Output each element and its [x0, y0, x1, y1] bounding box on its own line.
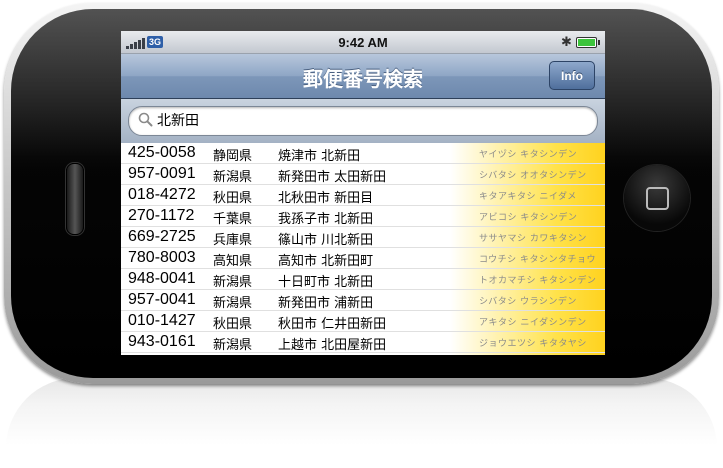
home-square-icon — [646, 187, 669, 210]
prefecture: 新潟県 — [213, 296, 253, 311]
phone-screen: 3G 9:42 AM ✱ 郵便番号検索 Info 425-0058 静岡県 焼津市 … — [121, 31, 605, 355]
device-reflection — [6, 378, 717, 468]
postal-code: 780-8003 — [128, 249, 196, 266]
prefecture: 新潟県 — [213, 275, 253, 290]
prefecture: 新潟県 — [213, 170, 253, 185]
search-icon — [138, 112, 153, 127]
address: 我孫子市 北新田 — [278, 212, 374, 227]
page-title: 郵便番号検索 — [303, 67, 423, 91]
address: 焼津市 北新田 — [278, 149, 361, 164]
bluetooth-icon: ✱ — [561, 34, 572, 49]
status-bar: 3G 9:42 AM ✱ — [121, 31, 605, 54]
table-row[interactable]: 949-2203新潟県妙高市 北田屋新田ミョウコウシ キタタヤシ — [121, 353, 605, 355]
table-row[interactable]: 010-1427 秋田県 秋田市 仁井田新田 アキタシ ニイダシンデン — [121, 311, 605, 332]
address-kana: アキタシ ニイダシンデン — [479, 318, 587, 328]
address: 上越市 北田屋新田 — [278, 338, 387, 353]
postal-code: 018-4272 — [128, 186, 196, 203]
address: 篠山市 川北新田 — [278, 233, 374, 248]
table-row[interactable]: 425-0058 静岡県 焼津市 北新田 ヤイヅシ キタシンデン — [121, 143, 605, 164]
postal-code: 669-2725 — [128, 228, 196, 245]
address-kana: コウチシ キタシンタチョウ — [479, 255, 597, 265]
info-button[interactable]: Info — [549, 61, 595, 90]
table-row[interactable]: 780-8003 高知県 高知市 北新田町 コウチシ キタシンタチョウ — [121, 248, 605, 269]
address: 北秋田市 新田目 — [278, 191, 374, 206]
table-row[interactable]: 018-4272 秋田県 北秋田市 新田目 キタアキタシ ニイダメ — [121, 185, 605, 206]
postal-code: 957-0091 — [128, 165, 196, 182]
postal-code: 949-2203 — [128, 354, 196, 355]
prefecture: 静岡県 — [213, 149, 253, 164]
address-kana: トオカマチシ キタシンデン — [479, 276, 597, 286]
address-kana: アビコシ キタシンデン — [479, 213, 578, 223]
search-bar — [121, 99, 605, 144]
search-field[interactable] — [128, 106, 598, 136]
address-kana: ジョウエツシ キタタヤシ — [479, 339, 587, 349]
address: 新発田市 太田新田 — [278, 170, 387, 185]
navigation-bar: 郵便番号検索 Info — [121, 54, 605, 99]
postal-code: 948-0041 — [128, 270, 196, 287]
table-row[interactable]: 669-2725 兵庫県 篠山市 川北新田 ササヤマシ カワキタシン — [121, 227, 605, 248]
table-row[interactable]: 943-0161 新潟県 上越市 北田屋新田 ジョウエツシ キタタヤシ — [121, 332, 605, 353]
battery-level — [578, 39, 595, 46]
battery-icon — [576, 37, 600, 48]
table-row[interactable]: 270-1172 千葉県 我孫子市 北新田 アビコシ キタシンデン — [121, 206, 605, 227]
postal-code: 957-0041 — [128, 291, 196, 308]
search-input[interactable] — [157, 110, 577, 130]
postal-code: 425-0058 — [128, 144, 196, 161]
earpiece-speaker — [66, 163, 84, 235]
address-kana: シバタシ ウラシンデン — [479, 297, 577, 307]
home-button[interactable] — [624, 165, 690, 231]
address-kana: ヤイヅシ キタシンデン — [479, 150, 578, 160]
prefecture: 高知県 — [213, 254, 253, 269]
address: 秋田市 仁井田新田 — [278, 317, 387, 332]
prefecture: 新潟県 — [213, 338, 253, 353]
postal-code: 270-1172 — [128, 207, 195, 224]
status-time: 9:42 AM — [338, 35, 388, 50]
address: 高知市 北新田町 — [278, 254, 374, 269]
address: 十日町市 北新田 — [278, 275, 374, 290]
table-row[interactable]: 948-0041 新潟県 十日町市 北新田 トオカマチシ キタシンデン — [121, 269, 605, 290]
address-kana: シバタシ オオタシンデン — [479, 171, 587, 181]
address: 新発田市 浦新田 — [278, 296, 374, 311]
table-row[interactable]: 957-0041 新潟県 新発田市 浦新田 シバタシ ウラシンデン — [121, 290, 605, 311]
table-row[interactable]: 957-0091 新潟県 新発田市 太田新田 シバタシ オオタシンデン — [121, 164, 605, 185]
postal-code: 010-1427 — [128, 312, 196, 329]
address-kana: キタアキタシ ニイダメ — [479, 192, 577, 202]
results-list: 425-0058 静岡県 焼津市 北新田 ヤイヅシ キタシンデン 957-0091 新潟県… — [121, 143, 605, 355]
prefecture: 秋田県 — [213, 191, 253, 206]
address-kana: ササヤマシ カワキタシン — [479, 234, 587, 244]
prefecture: 千葉県 — [213, 212, 253, 227]
prefecture: 秋田県 — [213, 317, 253, 332]
postal-code: 943-0161 — [128, 333, 196, 350]
prefecture: 兵庫県 — [213, 233, 253, 248]
